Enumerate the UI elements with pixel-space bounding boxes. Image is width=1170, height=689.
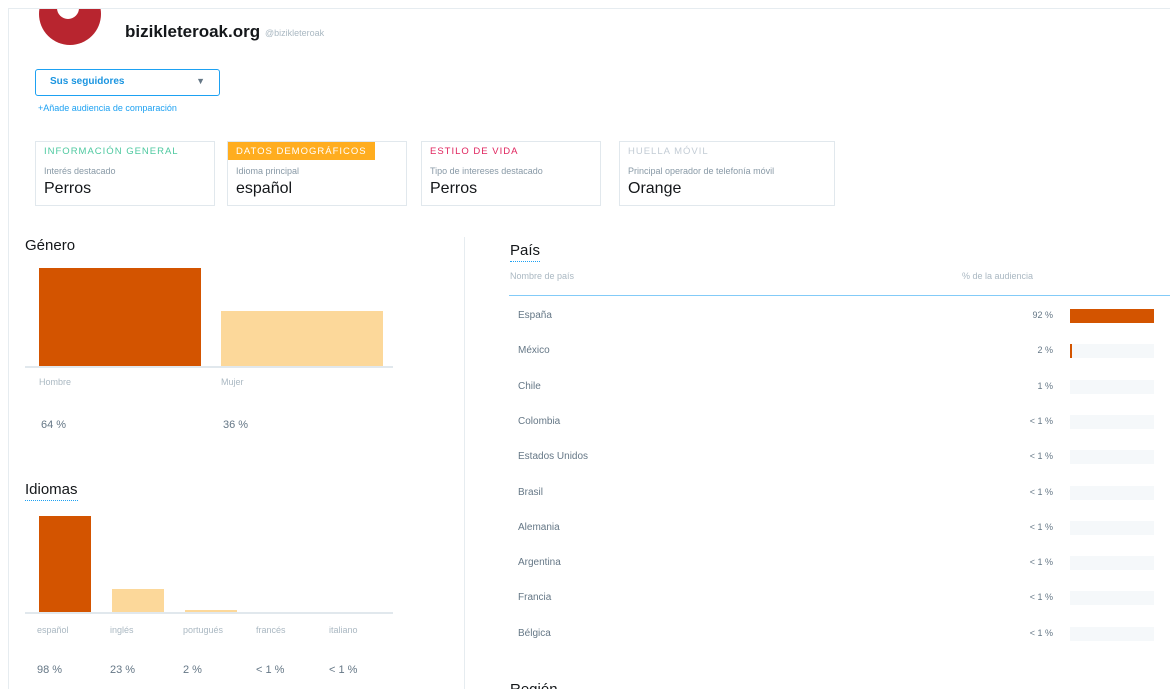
- card-subtitle: Tipo de intereses destacado: [430, 166, 543, 176]
- language-bar[interactable]: [112, 589, 164, 612]
- gender-category-label: Mujer: [221, 377, 244, 387]
- gender-axis: [25, 366, 393, 368]
- country-title[interactable]: País: [510, 242, 540, 262]
- country-column-header-pct: % de la audiencia: [962, 271, 1033, 281]
- avatar-inner: [57, 8, 79, 19]
- gender-bar[interactable]: [221, 311, 383, 366]
- gender-category-label: Hombre: [39, 377, 71, 387]
- language-bar[interactable]: [39, 516, 91, 612]
- language-value-label: < 1 %: [329, 664, 357, 676]
- card-tab-label: ESTILO DE VIDA: [422, 142, 526, 160]
- tab-lifestyle[interactable]: ESTILO DE VIDA Tipo de intereses destaca…: [421, 141, 601, 206]
- country-pct: 92 %: [1032, 310, 1053, 320]
- country-name: Francia: [518, 592, 551, 603]
- country-row[interactable]: Francia < 1 %: [509, 579, 1170, 614]
- country-header-rule: [509, 295, 1170, 296]
- country-name: Brasil: [518, 487, 543, 498]
- card-value: Orange: [628, 180, 681, 198]
- tab-general-info[interactable]: INFORMACIÓN GENERAL Interés destacado Pe…: [35, 141, 215, 206]
- country-pct: 2 %: [1037, 345, 1053, 355]
- country-row[interactable]: Brasil < 1 %: [509, 474, 1170, 509]
- language-category-label: inglés: [110, 625, 134, 635]
- card-tab-label: INFORMACIÓN GENERAL: [36, 142, 187, 160]
- account-handle: @bizikleteroak: [265, 28, 324, 38]
- account-avatar[interactable]: [39, 8, 101, 45]
- language-value-label: 98 %: [37, 664, 62, 676]
- add-comparison-link[interactable]: +Añade audiencia de comparación: [38, 103, 177, 113]
- country-row[interactable]: México 2 %: [509, 332, 1170, 367]
- gender-value-label: 36 %: [223, 419, 248, 431]
- card-value: Perros: [44, 180, 91, 198]
- country-bar-track: [1070, 309, 1154, 323]
- country-bar: [1070, 344, 1072, 358]
- gender-value-label: 64 %: [41, 419, 66, 431]
- country-row[interactable]: España 92 %: [509, 297, 1170, 332]
- language-value-label: 2 %: [183, 664, 202, 676]
- language-category-label: italiano: [329, 625, 358, 635]
- card-subtitle: Idioma principal: [236, 166, 299, 176]
- country-bar-track: [1070, 415, 1154, 429]
- country-bar-track: [1070, 344, 1154, 358]
- language-category-label: francés: [256, 625, 286, 635]
- language-value-label: < 1 %: [256, 664, 284, 676]
- country-pct: < 1 %: [1030, 487, 1053, 497]
- country-bar: [1070, 309, 1154, 323]
- language-value-label: 23 %: [110, 664, 135, 676]
- card-value: español: [236, 180, 292, 198]
- country-bar-track: [1070, 380, 1154, 394]
- languages-title[interactable]: Idiomas: [25, 481, 78, 501]
- card-value: Perros: [430, 180, 477, 198]
- country-bar-track: [1070, 486, 1154, 500]
- country-pct: < 1 %: [1030, 522, 1053, 532]
- card-subtitle: Principal operador de telefonía móvil: [628, 166, 774, 176]
- country-name: México: [518, 345, 550, 356]
- country-bar-track: [1070, 556, 1154, 570]
- gender-bar[interactable]: [39, 268, 201, 366]
- country-row[interactable]: Estados Unidos < 1 %: [509, 438, 1170, 473]
- country-bar-track: [1070, 450, 1154, 464]
- country-name: Bélgica: [518, 628, 551, 639]
- country-row[interactable]: Argentina < 1 %: [509, 544, 1170, 579]
- card-subtitle: Interés destacado: [44, 166, 116, 176]
- country-name: Chile: [518, 381, 541, 392]
- country-name: Estados Unidos: [518, 451, 588, 462]
- language-category-label: español: [37, 625, 69, 635]
- country-bar-track: [1070, 627, 1154, 641]
- country-bar-track: [1070, 591, 1154, 605]
- gender-title: Género: [25, 237, 75, 254]
- audience-select[interactable]: Sus seguidores ▼: [35, 69, 220, 96]
- country-row[interactable]: Chile 1 %: [509, 368, 1170, 403]
- analytics-panel: bizikleteroak.org @bizikleteroak Sus seg…: [8, 8, 1170, 689]
- country-pct: 1 %: [1037, 381, 1053, 391]
- tab-mobile-footprint[interactable]: HUELLA MÓVIL Principal operador de telef…: [619, 141, 835, 206]
- column-divider: [464, 237, 465, 689]
- country-name: Colombia: [518, 416, 560, 427]
- country-row[interactable]: Bélgica < 1 %: [509, 615, 1170, 650]
- card-tab-label: DATOS DEMOGRÁFICOS: [228, 142, 375, 160]
- languages-axis: [25, 612, 393, 614]
- country-pct: < 1 %: [1030, 451, 1053, 461]
- country-bar-track: [1070, 521, 1154, 535]
- country-pct: < 1 %: [1030, 628, 1053, 638]
- country-row[interactable]: Colombia < 1 %: [509, 403, 1170, 438]
- country-pct: < 1 %: [1030, 557, 1053, 567]
- country-pct: < 1 %: [1030, 416, 1053, 426]
- tab-demographics[interactable]: DATOS DEMOGRÁFICOS Idioma principal espa…: [227, 141, 407, 206]
- country-name: España: [518, 310, 552, 321]
- country-name: Alemania: [518, 522, 560, 533]
- account-name: bizikleteroak.org: [125, 22, 260, 42]
- country-name: Argentina: [518, 557, 561, 568]
- card-tab-label: HUELLA MÓVIL: [620, 142, 717, 160]
- country-row[interactable]: Alemania < 1 %: [509, 509, 1170, 544]
- language-category-label: portugués: [183, 625, 223, 635]
- country-pct: < 1 %: [1030, 592, 1053, 602]
- country-column-header-name: Nombre de país: [510, 271, 574, 281]
- chevron-down-icon: ▼: [196, 76, 205, 86]
- audience-select-label: Sus seguidores: [50, 76, 124, 87]
